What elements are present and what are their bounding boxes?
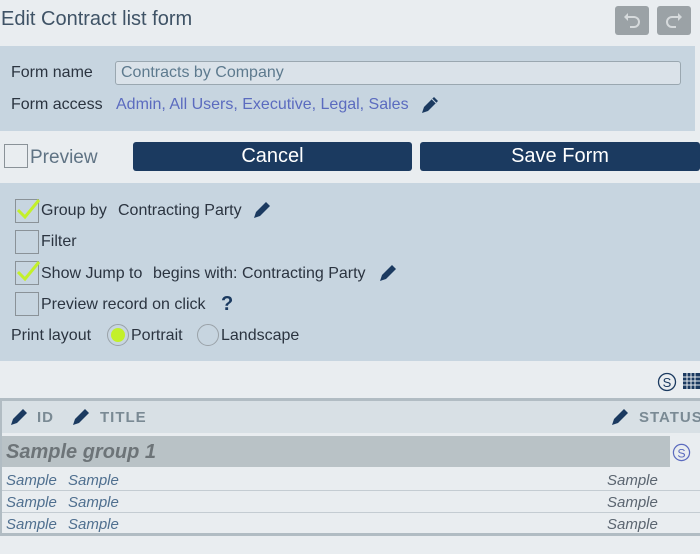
grid-view-icon[interactable] bbox=[683, 372, 700, 395]
undo-icon bbox=[624, 12, 640, 28]
edit-group-by-pencil-icon[interactable] bbox=[252, 200, 272, 225]
cell-id: Sample bbox=[6, 494, 57, 511]
preview-checkbox[interactable] bbox=[4, 144, 28, 168]
portrait-label[interactable]: Portrait bbox=[131, 327, 183, 345]
redo-button[interactable] bbox=[657, 6, 691, 35]
summary-toggle-icon[interactable]: S bbox=[657, 372, 677, 397]
column-header-title: TITLE bbox=[100, 409, 147, 426]
checkmark-icon bbox=[16, 261, 41, 282]
page-title: Edit Contract list form bbox=[1, 8, 193, 30]
cell-status: Sample bbox=[607, 472, 658, 489]
form-settings-panel: Form name Form access Admin, All Users, … bbox=[0, 46, 695, 131]
form-access-link[interactable]: Admin, All Users, Executive, Legal, Sale… bbox=[116, 96, 409, 114]
group-summary-icon[interactable]: S bbox=[672, 443, 691, 467]
cell-title: Sample bbox=[68, 494, 119, 511]
form-name-input[interactable] bbox=[115, 61, 681, 85]
cell-id: Sample bbox=[6, 472, 57, 489]
group-by-label: Group by bbox=[41, 202, 107, 219]
preview-record-label: Preview record on click bbox=[41, 296, 206, 313]
edit-form-access-pencil-icon[interactable] bbox=[420, 95, 440, 120]
radio-selected-dot bbox=[111, 328, 125, 342]
form-name-label: Form name bbox=[11, 64, 93, 81]
cancel-button[interactable]: Cancel bbox=[133, 142, 412, 171]
jump-to-value-link[interactable]: begins with: Contracting Party bbox=[153, 265, 366, 283]
group-row: Sample group 1 bbox=[2, 436, 670, 467]
preview-table: ID TITLE STATUS Sample group 1 S Sample … bbox=[0, 398, 700, 536]
table-header: ID TITLE STATUS bbox=[2, 401, 700, 433]
portrait-radio[interactable] bbox=[107, 324, 129, 346]
show-jump-to-label: Show Jump to bbox=[41, 265, 143, 282]
edit-title-column-pencil-icon[interactable] bbox=[71, 407, 91, 432]
edit-status-column-pencil-icon[interactable] bbox=[610, 407, 630, 432]
form-access-label: Form access bbox=[11, 96, 103, 113]
print-layout-label: Print layout bbox=[11, 327, 92, 344]
landscape-label[interactable]: Landscape bbox=[221, 327, 299, 345]
cell-id: Sample bbox=[6, 516, 57, 533]
filter-checkbox[interactable] bbox=[15, 230, 39, 254]
group-by-value-link[interactable]: Contracting Party bbox=[118, 202, 242, 220]
help-icon[interactable]: ? bbox=[221, 293, 233, 316]
show-jump-to-checkbox[interactable] bbox=[15, 261, 41, 285]
landscape-radio[interactable] bbox=[197, 324, 219, 346]
group-title: Sample group 1 bbox=[6, 441, 157, 463]
cell-title: Sample bbox=[68, 516, 119, 533]
column-header-id: ID bbox=[37, 409, 54, 426]
table-row: Sample Sample Sample bbox=[2, 469, 700, 491]
table-row: Sample Sample Sample bbox=[2, 491, 700, 513]
svg-text:S: S bbox=[677, 446, 685, 460]
cell-status: Sample bbox=[607, 516, 658, 533]
cell-title: Sample bbox=[68, 472, 119, 489]
table-row: Sample Sample Sample bbox=[2, 513, 700, 535]
checkmark-icon bbox=[16, 199, 41, 220]
edit-id-column-pencil-icon[interactable] bbox=[9, 407, 29, 432]
preview-label[interactable]: Preview bbox=[30, 147, 98, 169]
group-by-checkbox[interactable] bbox=[15, 199, 41, 223]
filter-label: Filter bbox=[41, 233, 77, 250]
redo-icon bbox=[666, 12, 682, 28]
undo-button[interactable] bbox=[615, 6, 649, 35]
save-form-button[interactable]: Save Form bbox=[420, 142, 700, 171]
title-bar: Edit Contract list form bbox=[0, 0, 700, 46]
column-header-status: STATUS bbox=[639, 409, 700, 426]
cell-status: Sample bbox=[607, 494, 658, 511]
preview-record-checkbox[interactable] bbox=[15, 292, 39, 316]
svg-text:S: S bbox=[663, 375, 672, 390]
edit-jump-to-pencil-icon[interactable] bbox=[378, 263, 398, 288]
